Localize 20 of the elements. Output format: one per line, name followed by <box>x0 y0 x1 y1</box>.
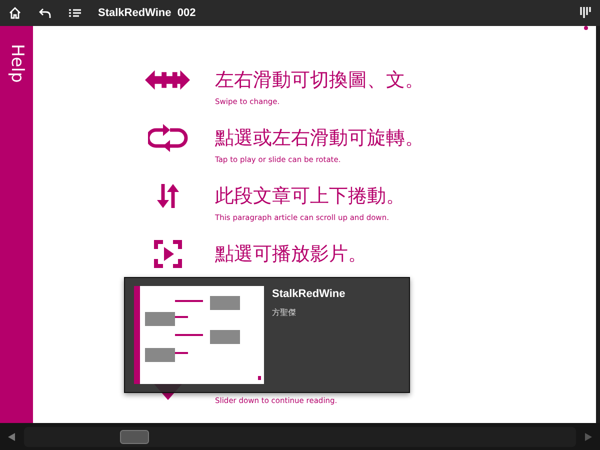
loop-arrows-icon <box>148 124 188 152</box>
up-down-arrows-icon <box>156 182 180 210</box>
play-frame-icon <box>154 240 182 268</box>
page-thumbnail-drawing[interactable] <box>134 286 264 384</box>
left-arrow-icon[interactable] <box>8 432 16 440</box>
book-author: 方聖傑 <box>272 306 297 318</box>
right-arrow-icon[interactable] <box>584 432 592 440</box>
document-title: StalkRedWine 002 <box>98 6 196 21</box>
slider-handle[interactable] <box>120 430 150 444</box>
page-slider[interactable] <box>24 426 576 446</box>
page-indicator-icon <box>584 26 588 30</box>
back-icon[interactable] <box>38 6 52 20</box>
help-label[interactable]: Help <box>8 44 25 423</box>
instruction-text: 點選可播放影片。 <box>215 242 367 267</box>
instruction-text: 此段文章可上下捲動。 <box>215 184 405 209</box>
instruction-text: 點選或左右滑動可旋轉。 <box>215 126 424 151</box>
bars-icon[interactable] <box>578 6 592 20</box>
home-icon[interactable] <box>8 6 22 20</box>
book-title: StalkRedWine <box>272 287 346 302</box>
instruction-text: 左右滑動可切換圖、文。 <box>215 68 424 93</box>
